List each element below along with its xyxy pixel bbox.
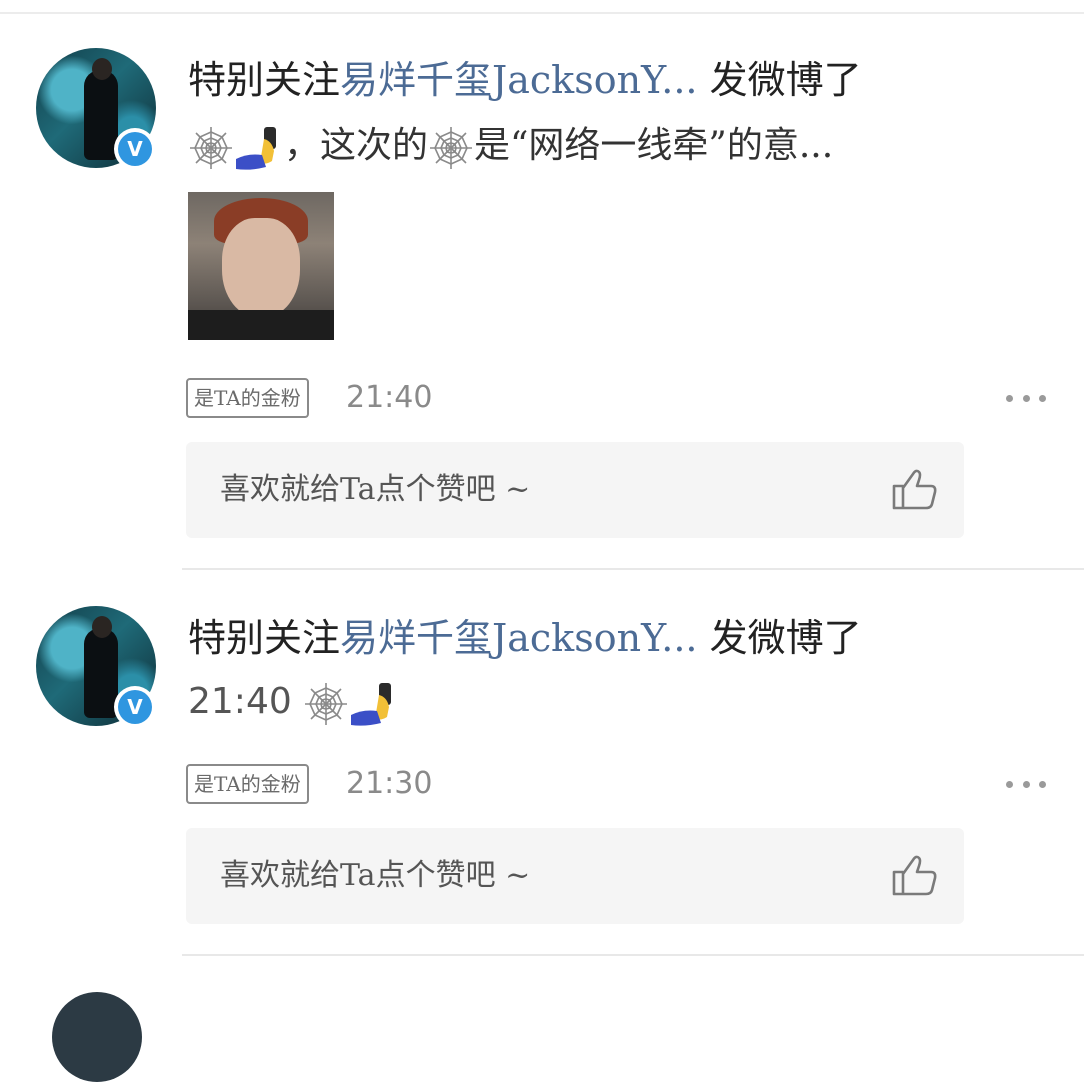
more-button[interactable] [1006, 772, 1046, 796]
content-text: ，这次的 [284, 125, 429, 166]
post-content[interactable]: 21:40 [188, 672, 399, 732]
more-dot [1022, 780, 1030, 788]
post-image[interactable] [188, 192, 334, 340]
post-time: 21:30 [346, 766, 433, 801]
avatar[interactable] [52, 992, 142, 1082]
username-link[interactable]: 易烊千玺JacksonY... [340, 58, 697, 102]
verified-badge-label: V [118, 132, 152, 166]
post-time: 21:40 [346, 380, 433, 415]
more-dot [1006, 780, 1013, 788]
post-title[interactable]: 特别关注易烊千玺JacksonY... 发微博了 [188, 608, 862, 668]
more-dot [1022, 394, 1030, 402]
content-time: 21:40 [188, 681, 292, 722]
selfie-icon [351, 683, 392, 726]
image-face [222, 218, 300, 318]
more-dot [1039, 780, 1046, 788]
spider-web-icon [430, 127, 473, 169]
more-button[interactable] [1006, 386, 1046, 410]
feed-item[interactable]: V 特别关注易烊千玺JacksonY... 发微博了 ，这次的 是“网络一线牵”… [0, 48, 1084, 568]
username-link[interactable]: 易烊千玺JacksonY... [340, 616, 697, 660]
content-text-2: 是“网络一线牵”的意... [474, 125, 834, 166]
fan-badge: 是TA的金粉 [186, 764, 309, 804]
selfie-icon [236, 127, 276, 170]
like-prompt: 喜欢就给Ta点个赞吧 ~ [220, 472, 531, 507]
like-panel[interactable]: 喜欢就给Ta点个赞吧 ~ [186, 828, 964, 924]
verified-badge-icon: V [114, 128, 156, 170]
image-shirt [188, 310, 334, 340]
more-dot [1006, 394, 1013, 402]
avatar-head [92, 616, 112, 638]
feed-item[interactable]: V 特别关注易烊千玺JacksonY... 发微博了 21:40 是TA的金粉 … [0, 606, 1084, 956]
spider-web-icon [190, 127, 232, 169]
spider-web-icon [305, 683, 348, 725]
feed-divider [182, 954, 1084, 956]
avatar-head [92, 58, 112, 80]
title-suffix: 发微博了 [697, 58, 862, 102]
thumbs-up-icon[interactable] [890, 466, 940, 512]
top-divider [0, 12, 1084, 14]
avatar-figure [84, 70, 118, 160]
title-suffix: 发微博了 [697, 616, 862, 660]
title-prefix: 特别关注 [188, 58, 341, 102]
post-meta: 是TA的金粉 21:40 [186, 378, 1056, 418]
verified-badge-icon: V [114, 686, 156, 728]
thumbs-up-icon[interactable] [890, 852, 940, 898]
title-prefix: 特别关注 [188, 616, 341, 660]
more-dot [1039, 394, 1046, 402]
fan-badge: 是TA的金粉 [186, 378, 309, 418]
verified-badge-label: V [118, 690, 152, 724]
like-panel[interactable]: 喜欢就给Ta点个赞吧 ~ [186, 442, 964, 538]
avatar-figure [84, 628, 118, 718]
like-prompt: 喜欢就给Ta点个赞吧 ~ [220, 858, 531, 893]
post-content[interactable]: ，这次的 是“网络一线牵”的意... [188, 116, 833, 176]
feed-divider [182, 568, 1084, 570]
post-meta: 是TA的金粉 21:30 [186, 764, 1056, 804]
post-title[interactable]: 特别关注易烊千玺JacksonY... 发微博了 [188, 50, 862, 110]
